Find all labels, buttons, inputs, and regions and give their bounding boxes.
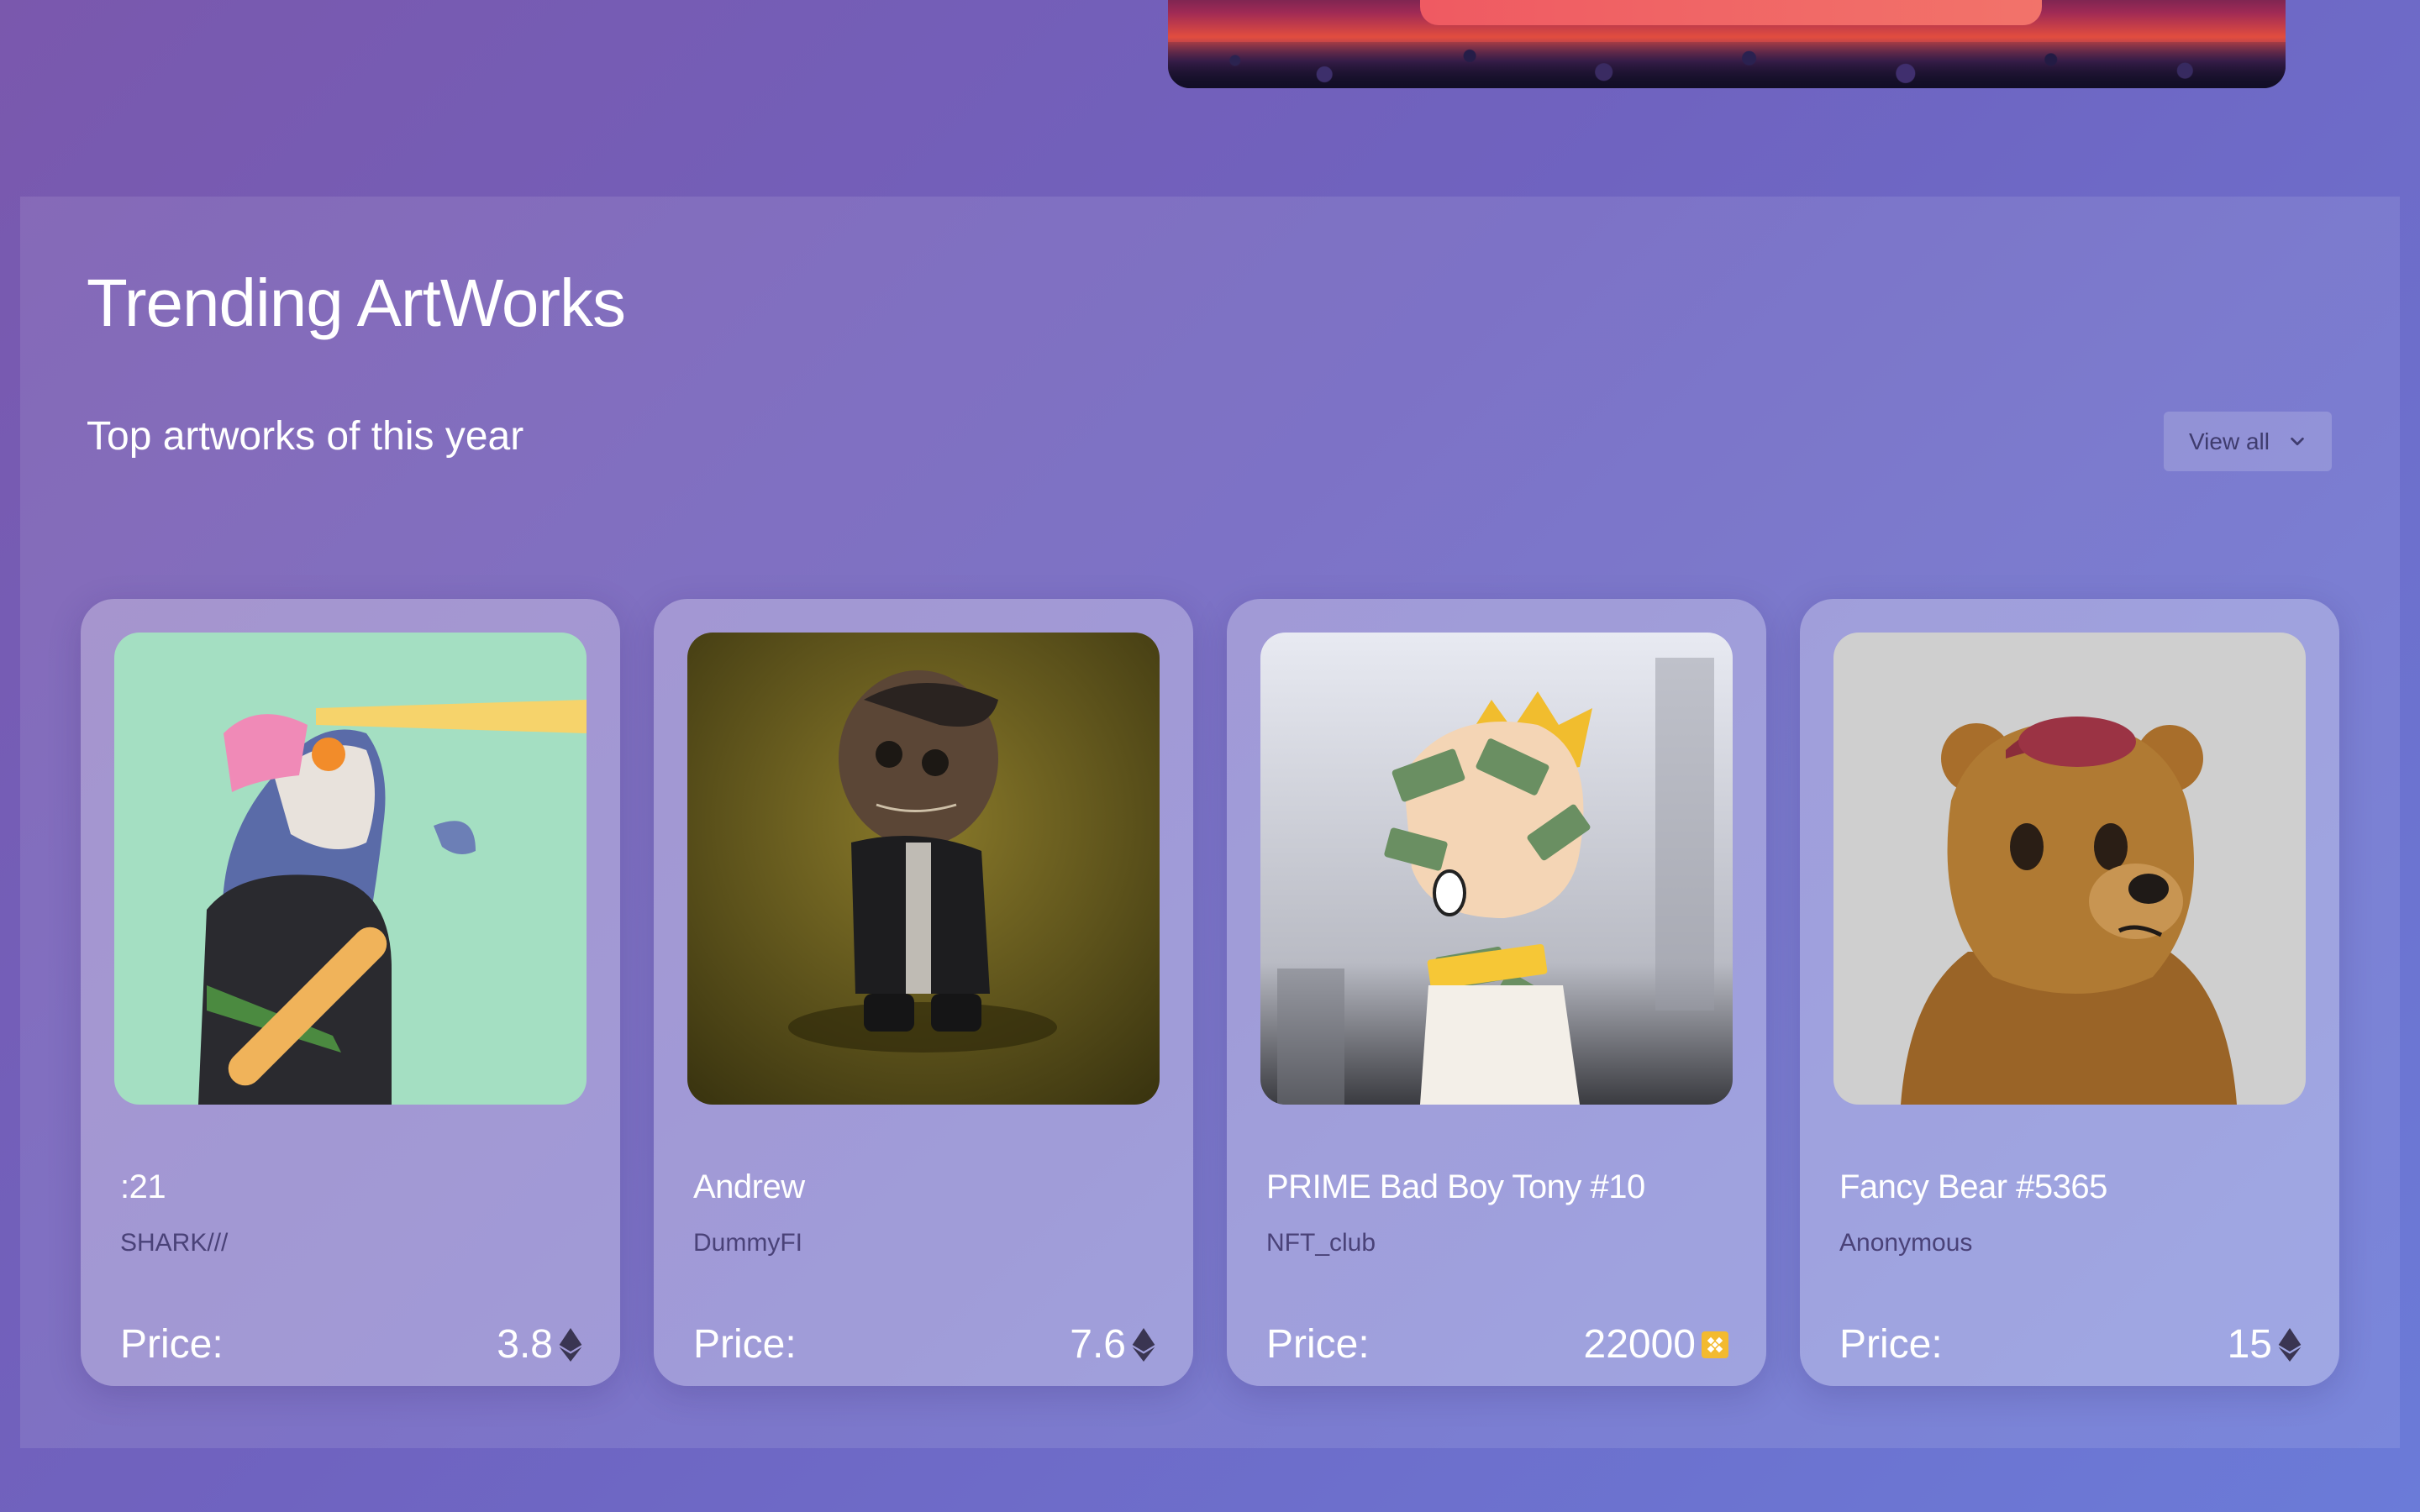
hero-banner-foliage xyxy=(1168,42,2286,88)
artwork-image-shark[interactable] xyxy=(114,633,587,1105)
doll-artwork-illustration xyxy=(687,633,1160,1105)
artwork-owner[interactable]: SHARK/// xyxy=(120,1229,228,1257)
artwork-image-money-boy[interactable] xyxy=(1260,633,1733,1105)
hero-banner-image xyxy=(1168,0,2286,88)
bnb-icon xyxy=(1702,1331,1728,1358)
view-all-label: View all xyxy=(2189,428,2270,454)
artwork-title[interactable]: PRIME Bad Boy Tony #10 xyxy=(1266,1168,1645,1206)
price-label: Price: xyxy=(1266,1322,1370,1367)
artwork-card[interactable]: Fancy Bear #5365 Anonymous Price: 15 xyxy=(1800,599,2339,1386)
hero-banner-button[interactable] xyxy=(1420,0,2042,25)
price-value: 3.8 xyxy=(497,1321,583,1368)
artwork-title[interactable]: Fancy Bear #5365 xyxy=(1839,1168,2107,1206)
section-title: Trending ArtWorks xyxy=(87,265,626,340)
price-amount: 3.8 xyxy=(497,1322,553,1367)
price-value: 7.6 xyxy=(1070,1321,1156,1368)
section-subtitle: Top artworks of this year xyxy=(87,414,524,459)
artwork-card[interactable]: Andrew DummyFI Price: 7.6 xyxy=(654,599,1193,1386)
price-amount: 15 xyxy=(2227,1322,2272,1367)
artwork-title[interactable]: :21 xyxy=(120,1168,166,1206)
money-boy-artwork-illustration xyxy=(1260,633,1733,1105)
view-all-dropdown[interactable]: View all xyxy=(2164,412,2332,471)
price-value: 22000 xyxy=(1584,1321,1729,1368)
shark-artwork-illustration xyxy=(114,633,587,1105)
artwork-card-list: :21 SHARK/// Price: 3.8 Andrew DummyFI P… xyxy=(81,599,2341,1386)
price-amount: 22000 xyxy=(1583,1322,1696,1367)
artwork-title[interactable]: Andrew xyxy=(693,1168,805,1206)
artwork-owner[interactable]: Anonymous xyxy=(1839,1229,1972,1257)
ethereum-icon xyxy=(559,1327,582,1362)
ethereum-icon xyxy=(1132,1327,1155,1362)
bear-artwork-illustration xyxy=(1833,633,2306,1105)
ethereum-icon xyxy=(2278,1327,2302,1362)
price-label: Price: xyxy=(120,1322,224,1367)
price-label: Price: xyxy=(1839,1322,1943,1367)
artwork-card[interactable]: PRIME Bad Boy Tony #10 NFT_club Price: 2… xyxy=(1227,599,1766,1386)
artwork-image-doll[interactable] xyxy=(687,633,1160,1105)
artwork-image-bear[interactable] xyxy=(1833,633,2306,1105)
price-amount: 7.6 xyxy=(1070,1322,1126,1367)
artwork-card[interactable]: :21 SHARK/// Price: 3.8 xyxy=(81,599,620,1386)
artwork-owner[interactable]: DummyFI xyxy=(693,1229,802,1257)
artwork-owner[interactable]: NFT_club xyxy=(1266,1229,1376,1257)
chevron-down-icon xyxy=(2291,437,2304,445)
price-value: 15 xyxy=(2228,1321,2302,1368)
price-label: Price: xyxy=(693,1322,797,1367)
